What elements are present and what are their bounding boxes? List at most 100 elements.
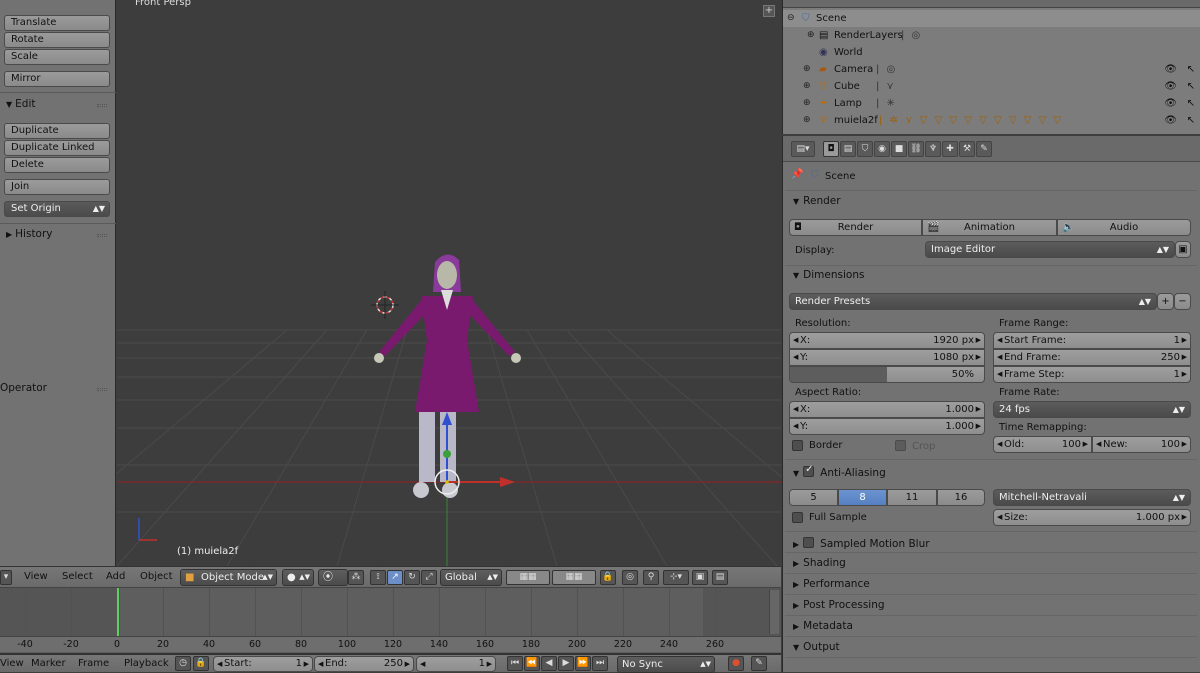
clock-icon[interactable]: ◷ — [175, 656, 191, 671]
3d-viewport[interactable]: Front Persp (1) muiela2f + — [117, 0, 781, 566]
shading-dropdown[interactable]: ● ▲▼ — [282, 569, 314, 586]
render-panel-header[interactable]: ▼ Render — [793, 195, 841, 207]
grip-icon[interactable] — [97, 104, 107, 107]
expand-icon[interactable]: ⊕ — [803, 95, 811, 112]
opengl-animation-icon[interactable]: ▤ — [712, 570, 728, 585]
next-keyframe-icon[interactable]: ⏩ — [575, 656, 591, 671]
world-tab-icon[interactable]: ◉ — [874, 141, 890, 157]
duplicate-button[interactable]: Duplicate — [4, 123, 110, 139]
translate-manipulator-icon[interactable]: ↗ — [387, 570, 403, 585]
sync-dropdown[interactable]: No Sync ▲▼ — [617, 656, 715, 673]
constraints-tab-icon[interactable]: ⛓ — [908, 141, 924, 157]
scale-button[interactable]: Scale — [4, 49, 110, 65]
outliner-row-world[interactable]: ◉ World — [783, 44, 1200, 61]
end-field[interactable]: ◀ End: 250 ▶ — [314, 656, 414, 672]
add-preset-button[interactable]: + — [1157, 293, 1174, 310]
current-frame-field[interactable]: ◀ 1 ▶ — [416, 656, 496, 672]
anti-aliasing-checkbox[interactable] — [803, 464, 815, 477]
record-icon[interactable]: ● — [728, 656, 744, 671]
delete-button[interactable]: Delete — [4, 157, 110, 173]
border-checkbox[interactable] — [792, 440, 803, 451]
editor-type-icon[interactable]: ▤▾ — [791, 141, 815, 157]
render-tab-icon[interactable]: ◘ — [823, 141, 839, 157]
physics-tab-icon[interactable]: ✚ — [942, 141, 958, 157]
snap-icon[interactable]: ⁂ — [348, 570, 364, 585]
aspect-x-field[interactable]: ◀ X: 1.000 ▶ — [789, 401, 985, 418]
playback-menu[interactable]: Playback — [124, 658, 169, 669]
start-frame-field[interactable]: ◀ Start Frame: 1 ▶ — [993, 332, 1191, 349]
duplicate-linked-button[interactable]: Duplicate Linked — [4, 140, 110, 156]
object-menu[interactable]: Object — [140, 571, 173, 582]
window-icon[interactable]: ▣ — [1175, 241, 1191, 258]
grip-icon[interactable] — [97, 234, 107, 237]
metadata-panel-header[interactable]: ▶ Metadata — [793, 620, 853, 632]
expand-icon[interactable]: ⊕ — [807, 27, 815, 44]
outliner-row-renderlayers[interactable]: ⊕ ▤ RenderLayers | ◎ — [783, 27, 1200, 44]
aa-samples-8-button[interactable]: 8 — [838, 489, 887, 506]
marker-menu[interactable]: Marker — [31, 658, 66, 669]
expand-icon[interactable]: ⊕ — [803, 112, 811, 129]
resolution-x-field[interactable]: ◀ X: 1920 px ▶ — [789, 332, 985, 349]
editor-type-icon[interactable]: ▾ — [0, 570, 12, 585]
resolution-percentage-slider[interactable]: 50% — [789, 366, 985, 383]
resolution-y-field[interactable]: ◀ Y: 1080 px ▶ — [789, 349, 985, 366]
pin-icon[interactable]: 📌 — [791, 169, 803, 180]
outliner-row-cube[interactable]: ⊕ ▽ Cube | ⋎ 👁 ↖ — [783, 78, 1200, 95]
expand-icon[interactable]: ⊕ — [803, 78, 811, 95]
mirror-button[interactable]: Mirror — [4, 71, 110, 87]
performance-panel-header[interactable]: ▶ Performance — [793, 578, 870, 590]
render-presets-dropdown[interactable]: Render Presets ▲▼ — [789, 293, 1157, 310]
grip-icon[interactable] — [97, 388, 107, 391]
operator-panel-header[interactable]: Operator — [0, 382, 47, 394]
start-field[interactable]: ◀ Start: 1 ▶ — [213, 656, 313, 672]
set-origin-dropdown[interactable]: Set Origin ▲▼ — [4, 201, 110, 217]
history-panel-header[interactable]: ▶ History — [6, 228, 53, 240]
pivot-dropdown[interactable]: ⦿ — [318, 569, 348, 586]
rotate-manipulator-icon[interactable]: ↻ — [404, 570, 420, 585]
rotate-button[interactable]: Rotate — [4, 32, 110, 48]
post-processing-panel-header[interactable]: ▶ Post Processing — [793, 599, 885, 611]
keying-set-icon[interactable]: ✎ — [751, 656, 767, 671]
prev-keyframe-icon[interactable]: ⏪ — [524, 656, 540, 671]
jump-start-icon[interactable]: ⏮ — [507, 656, 523, 671]
lock-icon[interactable]: 🔒 — [600, 570, 616, 585]
lock-icon[interactable]: 🔒 — [193, 656, 209, 671]
layers-grid-icon[interactable]: ▦▦ — [552, 570, 596, 585]
eye-icon[interactable]: 👁 — [1164, 61, 1177, 78]
aa-size-field[interactable]: ◀ Size: 1.000 px ▶ — [993, 509, 1191, 526]
scene-tab-icon[interactable]: ⛉ — [857, 141, 873, 157]
translate-button[interactable]: Translate — [4, 15, 110, 31]
opengl-render-icon[interactable]: ▣ — [692, 570, 708, 585]
frame-step-field[interactable]: ◀ Frame Step: 1 ▶ — [993, 366, 1191, 383]
full-sample-checkbox[interactable] — [792, 512, 803, 523]
timeline-ruler[interactable]: -40 -20 0 20 40 60 80 100 120 140 160 180 200 220 240 2… — [0, 636, 781, 652]
expand-plus-icon[interactable]: + — [763, 5, 775, 17]
aa-samples-11-button[interactable]: 11 — [887, 489, 937, 506]
anti-aliasing-panel-header[interactable]: ▼ Anti-Aliasing — [793, 464, 886, 479]
render-layers-tab-icon[interactable]: ▤ — [840, 141, 856, 157]
aspect-y-field[interactable]: ◀ Y: 1.000 ▶ — [789, 418, 985, 435]
edit-panel-header[interactable]: ▼ Edit — [6, 98, 36, 110]
expand-icon[interactable]: ⊕ — [803, 61, 811, 78]
snap-element-icon[interactable]: ⊹▾ — [663, 570, 689, 585]
render-button[interactable]: ◘ Render — [789, 219, 922, 236]
current-frame-indicator[interactable] — [117, 588, 120, 636]
transform-manipulator[interactable] — [434, 412, 515, 495]
crop-checkbox[interactable] — [895, 440, 906, 451]
aa-samples-5-button[interactable]: 5 — [789, 489, 838, 506]
remove-preset-button[interactable]: − — [1174, 293, 1191, 310]
aa-samples-16-button[interactable]: 16 — [937, 489, 985, 506]
armature-tab-icon[interactable]: ♆ — [925, 141, 941, 157]
cursor-arrow-icon[interactable]: ↖ — [1187, 95, 1195, 112]
cursor-arrow-icon[interactable]: ↖ — [1187, 78, 1195, 95]
scrollbar[interactable] — [769, 590, 779, 634]
play-icon[interactable]: ▶ — [558, 656, 574, 671]
layers-grid-icon[interactable]: ▦▦ — [506, 570, 550, 585]
cursor-arrow-icon[interactable]: ↖ — [1187, 61, 1195, 78]
jump-end-icon[interactable]: ⏭ — [592, 656, 608, 671]
time-new-field[interactable]: ◀ New: 100 ▶ — [1092, 436, 1191, 453]
outliner-row-lamp[interactable]: ⊕ ☀ Lamp | ✳ 👁 ↖ — [783, 95, 1200, 112]
expand-icon[interactable]: ⊖ — [787, 10, 795, 27]
dimensions-panel-header[interactable]: ▼ Dimensions — [793, 269, 864, 281]
modifier-tab-icon[interactable]: ✎ — [976, 141, 992, 157]
